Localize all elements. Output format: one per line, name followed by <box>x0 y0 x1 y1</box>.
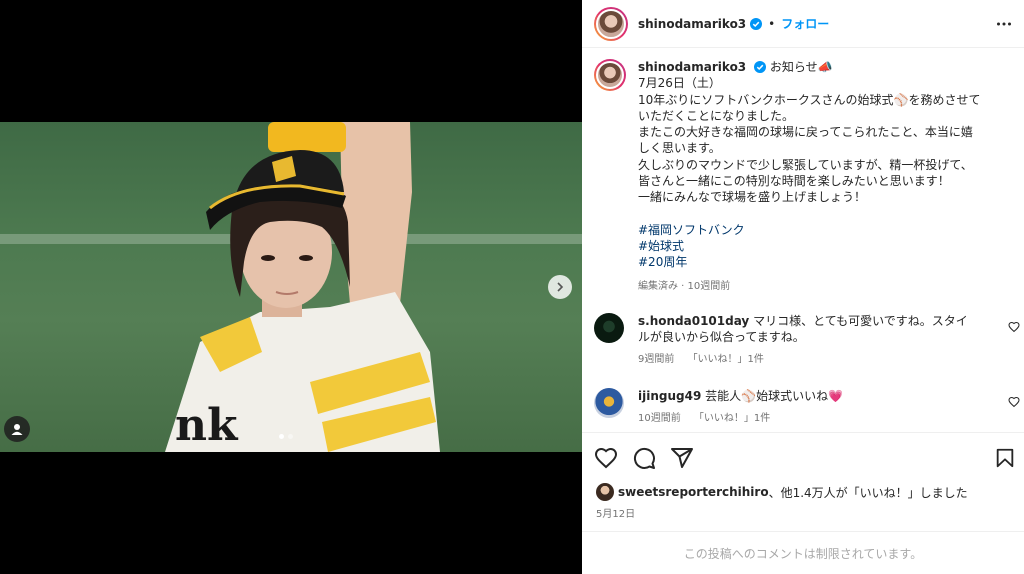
tagged-users-button[interactable] <box>4 416 30 442</box>
caption-author-username[interactable]: shinodamariko3 <box>638 60 746 74</box>
hashtag-link[interactable]: #20周年 <box>638 254 1004 270</box>
follow-button[interactable]: フォロー <box>781 15 829 32</box>
commenter-avatar[interactable] <box>594 388 624 419</box>
media-viewer: nk <box>0 0 582 574</box>
comment-item: ijingug49 芸能人⚾️始球式いいね💗 10週間前 「いいね！」1件 <box>582 388 1024 427</box>
caption-line: しく思います。 <box>638 141 721 156</box>
caption-line: 皆さんと一緒にこの特別な時間を楽しみたいと思います！ <box>638 174 950 189</box>
liker-username[interactable]: sweetsreporterchihiro <box>618 485 769 499</box>
user-icon <box>11 424 23 435</box>
comment-time: 10週間前 <box>638 412 681 424</box>
caption-line: いただくことになりました。 <box>638 108 795 123</box>
comments-scroll-area[interactable]: shinodamariko3 お知らせ📣 7月26日（土） 10年ぶりにソフトバ… <box>582 49 1024 432</box>
post-photo[interactable]: nk <box>0 122 582 452</box>
caption-meta: 編集済み · 10週間前 <box>638 280 731 292</box>
photo-figure: nk <box>165 122 440 452</box>
post-side-panel: shinodamariko3 • フォロー shinodamariko3 お知ら… <box>582 0 1024 574</box>
comment-item: s.honda0101day マリコ様、とても可愛いですね。スタイルが良いから似… <box>582 312 1024 369</box>
svg-text:nk: nk <box>175 400 239 451</box>
post-caption: shinodamariko3 お知らせ📣 7月26日（土） 10年ぶりにソフトバ… <box>582 49 1024 295</box>
header-separator: • <box>768 16 776 31</box>
carousel-dot <box>279 434 284 439</box>
likes-summary: sweetsreporterchihiro 、他1.4万人が「いいね！」しました <box>582 483 1024 501</box>
caption-line: 10年ぶりにソフトバンクホークスさんの始球式⚾️を務めさせて <box>638 92 981 107</box>
heart-icon[interactable] <box>1008 396 1020 408</box>
comment-likes[interactable]: 「いいね！」1件 <box>694 413 770 424</box>
next-photo-button[interactable] <box>548 275 572 299</box>
post-header: shinodamariko3 • フォロー <box>582 0 1024 48</box>
action-bar <box>582 433 1024 483</box>
comment-body: ijingug49 芸能人⚾️始球式いいね💗 10週間前 「いいね！」1件 <box>638 388 978 427</box>
caption-author-avatar[interactable] <box>594 59 626 91</box>
carousel-indicator <box>279 434 293 439</box>
caption-line: またこの大好きな福岡の球場に戻ってこられたこと、本当に嬉 <box>638 125 973 140</box>
comment-time: 9週間前 <box>638 353 675 365</box>
chevron-right-icon <box>557 282 564 292</box>
heart-icon[interactable] <box>1008 321 1020 333</box>
comment-body: s.honda0101day マリコ様、とても可愛いですね。スタイルが良いから似… <box>638 313 978 369</box>
comment-text: 芸能人⚾️始球式いいね💗 <box>705 389 844 404</box>
likes-count-text[interactable]: 、他1.4万人が「いいね！」しました <box>769 484 968 501</box>
more-options-icon[interactable] <box>996 16 1012 32</box>
share-send-icon[interactable] <box>670 446 694 470</box>
comment-bubble-icon[interactable] <box>632 446 656 470</box>
caption-body: shinodamariko3 お知らせ📣 7月26日（土） 10年ぶりにソフトバ… <box>638 59 1004 295</box>
author-username[interactable]: shinodamariko3 <box>638 17 746 31</box>
post-date: 5月12日 <box>596 509 636 520</box>
hashtag-link[interactable]: #福岡ソフトバンク <box>638 222 1004 238</box>
verified-badge-icon <box>754 61 766 73</box>
caption-line: 久しぶりのマウンドで少し緊張していますが、精一杯投げて、 <box>638 157 973 172</box>
comment-meta: 10週間前 「いいね！」1件 <box>638 411 978 428</box>
verified-badge-icon <box>750 17 763 30</box>
comment-meta: 9週間前 「いいね！」1件 <box>638 352 978 369</box>
bookmark-icon[interactable] <box>994 447 1016 469</box>
like-heart-icon[interactable] <box>594 446 618 470</box>
caption-line: お知らせ📣 <box>769 60 833 74</box>
caption-line: 7月26日（土） <box>638 76 721 91</box>
comments-restricted-notice: この投稿へのコメントは制限されています。 <box>582 531 1024 574</box>
comment-likes[interactable]: 「いいね！」1件 <box>688 354 764 365</box>
author-avatar[interactable] <box>594 6 628 41</box>
caption-line: 一緒にみんなで球場を盛り上げましょう！ <box>638 190 867 205</box>
post-actions: sweetsreporterchihiro 、他1.4万人が「いいね！」しました… <box>582 432 1024 524</box>
commenter-username[interactable]: s.honda0101day <box>638 314 749 328</box>
carousel-dot <box>288 434 293 439</box>
liker-avatar[interactable] <box>596 483 614 501</box>
hashtag-link[interactable]: #始球式 <box>638 238 1004 254</box>
commenter-avatar[interactable] <box>594 312 624 343</box>
commenter-username[interactable]: ijingug49 <box>638 389 701 403</box>
